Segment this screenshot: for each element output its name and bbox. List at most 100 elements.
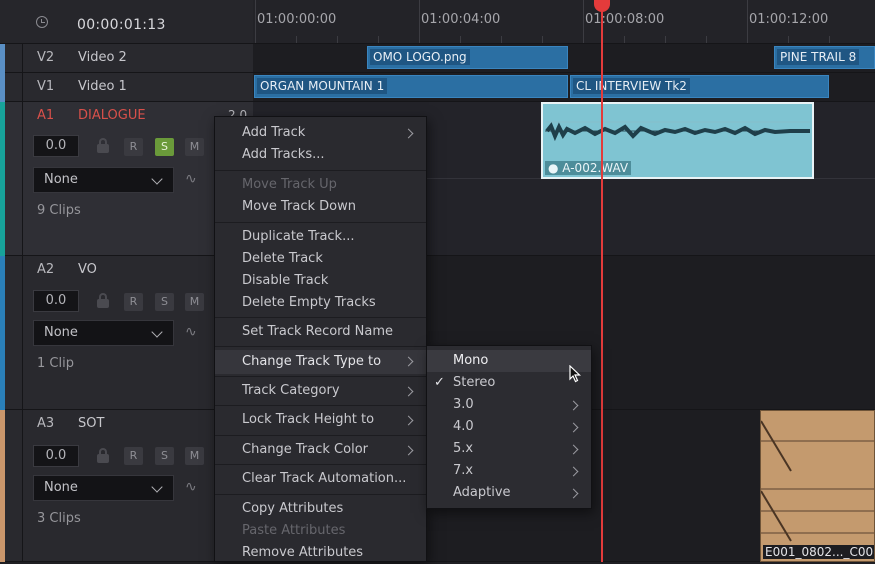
lock-icon[interactable] xyxy=(97,138,109,153)
chevron-right-icon xyxy=(568,444,579,455)
track-name[interactable]: Video 2 xyxy=(78,50,127,65)
record-arm-button[interactable]: R xyxy=(124,447,143,465)
clip-label: PINE TRAIL 8 xyxy=(777,49,860,65)
menu-item-clear-track-automation[interactable]: Clear Track Automation... xyxy=(215,468,426,490)
track-lane-v2[interactable]: OMO LOGO.png PINE TRAIL 8 xyxy=(253,44,875,73)
ruler-label: 01:00:12:00 xyxy=(749,12,829,27)
chevron-right-icon xyxy=(403,386,414,397)
dropdown-value: None xyxy=(44,480,78,495)
volume-field[interactable]: 0.0 xyxy=(33,290,79,312)
mute-button[interactable]: M xyxy=(185,293,204,311)
submenu-item-stereo[interactable]: ✓ Stereo xyxy=(427,372,591,394)
menu-item-change-track-type[interactable]: Change Track Type to xyxy=(215,350,426,374)
chevron-right-icon xyxy=(403,356,414,367)
submenu-item-mono[interactable]: Mono xyxy=(427,350,591,372)
solo-button[interactable]: S xyxy=(155,293,174,311)
playhead[interactable] xyxy=(601,0,603,562)
track-header-v2[interactable]: V2 Video 2 xyxy=(0,44,253,73)
menu-item-remove-attributes[interactable]: Remove Attributes xyxy=(215,542,426,564)
chevron-right-icon xyxy=(403,445,414,456)
track-type-submenu: Mono ✓ Stereo 3.0 4.0 5.x 7.x Adaptive xyxy=(426,345,592,509)
submenu-item-adaptive[interactable]: Adaptive xyxy=(427,482,591,504)
waveform-graphic xyxy=(545,121,810,142)
track-id: V2 xyxy=(37,50,55,65)
track-name[interactable]: SOT xyxy=(78,416,104,431)
menu-item-move-track-down[interactable]: Move Track Down xyxy=(215,196,426,218)
clip-count: 9 Clips xyxy=(37,203,81,218)
waveform-icon[interactable]: ∿ xyxy=(185,171,197,187)
track-header-v1[interactable]: V1 Video 1 xyxy=(0,73,253,102)
audio-clip[interactable]: E001_0802..._C008.r xyxy=(760,410,875,562)
timecode-display[interactable]: 00:00:01:13 xyxy=(77,17,166,33)
menu-item-add-tracks[interactable]: Add Tracks... xyxy=(215,144,426,166)
menu-item-duplicate-track[interactable]: Duplicate Track... xyxy=(215,226,426,248)
chevron-right-icon xyxy=(568,422,579,433)
submenu-item-7-x[interactable]: 7.x xyxy=(427,460,591,482)
chevron-right-icon xyxy=(403,128,414,139)
menu-item-lock-track-height[interactable]: Lock Track Height to xyxy=(215,409,426,431)
volume-field[interactable]: 0.0 xyxy=(33,445,79,467)
track-dropdown[interactable]: None xyxy=(33,167,174,193)
clip-thumbnail xyxy=(761,420,874,542)
track-id: A2 xyxy=(37,262,55,277)
chevron-right-icon xyxy=(568,466,579,477)
clip-count: 3 Clips xyxy=(37,511,81,526)
chevron-down-icon xyxy=(151,326,163,338)
mute-button[interactable]: M xyxy=(185,447,204,465)
video-clip[interactable]: CL INTERVIEW Tk2 xyxy=(570,75,829,98)
track-dropdown[interactable]: None xyxy=(33,320,174,346)
menu-item-paste-attributes: Paste Attributes xyxy=(242,523,346,538)
video-clip[interactable]: OMO LOGO.png xyxy=(367,46,568,69)
menu-item-change-track-color[interactable]: Change Track Color xyxy=(215,439,426,461)
video-clip[interactable]: PINE TRAIL 8 xyxy=(774,46,875,69)
menu-item-disable-track[interactable]: Disable Track xyxy=(215,270,426,292)
menu-item-delete-track[interactable]: Delete Track xyxy=(215,248,426,270)
menu-item-add-track[interactable]: Add Track xyxy=(215,122,426,144)
track-name[interactable]: VO xyxy=(78,262,97,277)
ruler-label: 01:00:00:00 xyxy=(257,12,337,27)
track-dropdown[interactable]: None xyxy=(33,475,174,501)
audio-clip[interactable]: ● A-002.WAV xyxy=(541,102,814,179)
solo-button[interactable]: S xyxy=(155,447,174,465)
timeline-ruler[interactable]: 01:00:00:00 01:00:04:00 01:00:08:00 01:0… xyxy=(253,0,875,44)
mouse-pointer-icon xyxy=(569,365,581,383)
volume-field[interactable]: 0.0 xyxy=(33,135,79,157)
dropdown-value: None xyxy=(44,325,78,340)
clip-label: CL INTERVIEW Tk2 xyxy=(573,78,690,94)
lock-icon[interactable] xyxy=(97,448,109,463)
track-context-menu: Add Track Add Tracks... Move Track Up Mo… xyxy=(214,116,427,562)
mute-button[interactable]: M xyxy=(185,138,204,156)
record-arm-button[interactable]: R xyxy=(124,293,143,311)
track-lane-v1[interactable]: ORGAN MOUNTAIN 1 CL INTERVIEW Tk2 xyxy=(253,73,875,102)
menu-item-move-track-up: Move Track Up xyxy=(242,177,337,192)
timeline-header-left: 00:00:01:13 xyxy=(0,0,253,44)
clip-label: ● A-002.WAV xyxy=(545,161,632,175)
submenu-item-3-0[interactable]: 3.0 xyxy=(427,394,591,416)
solo-button[interactable]: S xyxy=(155,138,174,156)
menu-item-track-category[interactable]: Track Category xyxy=(215,380,426,402)
menu-item-copy-attributes[interactable]: Copy Attributes xyxy=(215,498,426,520)
track-id: A1 xyxy=(37,108,55,123)
chevron-down-icon xyxy=(151,173,163,185)
clip-label: E001_0802..._C008.r xyxy=(763,545,874,559)
menu-item-set-track-record-name[interactable]: Set Track Record Name xyxy=(215,321,426,343)
chevron-right-icon xyxy=(403,415,414,426)
waveform-icon[interactable]: ∿ xyxy=(185,324,197,340)
track-name[interactable]: DIALOGUE xyxy=(78,108,146,123)
clip-count: 1 Clip xyxy=(37,356,74,371)
track-name[interactable]: Video 1 xyxy=(78,79,127,94)
track-id: V1 xyxy=(37,79,55,94)
clip-label: OMO LOGO.png xyxy=(370,49,470,65)
dropdown-value: None xyxy=(44,172,78,187)
record-arm-button[interactable]: R xyxy=(124,138,143,156)
submenu-item-5-x[interactable]: 5.x xyxy=(427,438,591,460)
submenu-item-4-0[interactable]: 4.0 xyxy=(427,416,591,438)
lock-icon[interactable] xyxy=(97,293,109,308)
chevron-down-icon xyxy=(151,481,163,493)
menu-item-delete-empty-tracks[interactable]: Delete Empty Tracks xyxy=(215,292,426,314)
checkmark-icon: ✓ xyxy=(434,375,445,390)
chevron-right-icon xyxy=(568,488,579,499)
video-clip[interactable]: ORGAN MOUNTAIN 1 xyxy=(254,75,568,98)
waveform-icon[interactable]: ∿ xyxy=(185,479,197,495)
track-id: A3 xyxy=(37,416,55,431)
